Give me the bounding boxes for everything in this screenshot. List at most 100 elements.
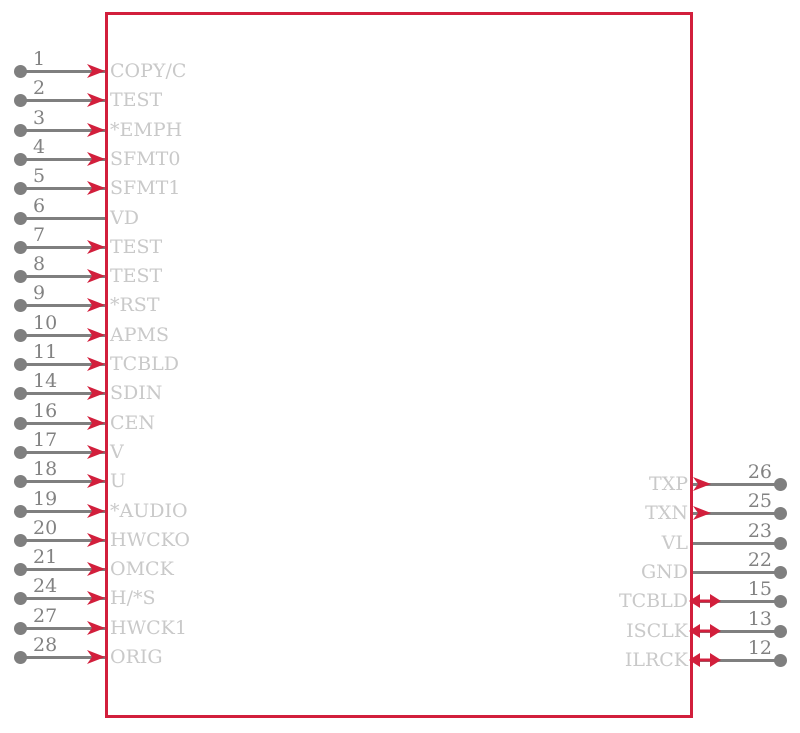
pin-terminal-dot[interactable] (14, 563, 27, 576)
pin-name-label: TCBLD (110, 353, 180, 375)
pin-number: 4 (33, 136, 46, 158)
pin-name-label: SFMT1 (110, 177, 181, 199)
pin-number: 20 (33, 517, 58, 539)
pin-number: 7 (33, 224, 46, 246)
pin-name-label: TXP (649, 473, 688, 495)
pin-name-label: *AUDIO (110, 500, 188, 522)
pin-number: 22 (747, 549, 772, 571)
pin-terminal-dot[interactable] (14, 358, 27, 371)
pin-input-arrow-icon (86, 620, 106, 636)
pin-number: 13 (747, 608, 772, 630)
pin-terminal-dot[interactable] (14, 622, 27, 635)
pin-input-arrow-icon (86, 561, 106, 577)
pin-number: 28 (33, 634, 58, 656)
pin-number: 12 (747, 637, 772, 659)
pin-terminal-dot[interactable] (774, 566, 787, 579)
pin-name-label: H/*S (110, 587, 156, 609)
pin-name-label: *EMPH (110, 119, 183, 141)
pin-name-label: OMCK (110, 558, 174, 580)
pin-number: 3 (33, 107, 46, 129)
pin-name-label: TEST (110, 89, 163, 111)
pin-input-arrow-icon (86, 415, 106, 431)
pin-input-arrow-icon (692, 476, 712, 492)
pin-wire (20, 217, 105, 220)
pin-terminal-dot[interactable] (14, 94, 27, 107)
pin-terminal-dot[interactable] (14, 417, 27, 430)
pin-terminal-dot[interactable] (14, 212, 27, 225)
pin-name-label: SFMT0 (110, 148, 181, 170)
pin-name-label: ISCLK (626, 620, 688, 642)
pin-name-label: TXN (645, 502, 688, 524)
pin-input-arrow-icon (86, 385, 106, 401)
pin-number: 19 (33, 488, 58, 510)
pin-number: 14 (33, 370, 58, 392)
pin-name-label: HWCKO (110, 529, 190, 551)
pin-name-label: HWCK1 (110, 617, 187, 639)
pin-terminal-dot[interactable] (14, 505, 27, 518)
pin-number: 10 (33, 312, 58, 334)
pin-bidirectional-arrow-icon (688, 652, 722, 668)
pin-terminal-dot[interactable] (14, 475, 27, 488)
pin-name-label: TCBLD (618, 590, 688, 612)
pin-terminal-dot[interactable] (14, 387, 27, 400)
pin-terminal-dot[interactable] (774, 537, 787, 550)
pin-name-label: APMS (110, 324, 169, 346)
pin-number: 23 (747, 520, 772, 542)
pin-input-arrow-icon (86, 327, 106, 343)
pin-terminal-dot[interactable] (774, 654, 787, 667)
pin-name-label: GND (640, 561, 688, 583)
pin-number: 17 (33, 429, 58, 451)
pin-terminal-dot[interactable] (774, 625, 787, 638)
pin-name-label: V (110, 441, 124, 463)
pin-terminal-dot[interactable] (14, 241, 27, 254)
pin-input-arrow-icon (86, 297, 106, 313)
pin-input-arrow-icon (86, 122, 106, 138)
pin-terminal-dot[interactable] (14, 592, 27, 605)
pin-terminal-dot[interactable] (14, 153, 27, 166)
pin-terminal-dot[interactable] (14, 651, 27, 664)
pin-name-label: COPY/C (110, 60, 187, 82)
pin-input-arrow-icon (86, 532, 106, 548)
pin-wire (693, 571, 780, 574)
pin-input-arrow-icon (86, 92, 106, 108)
pin-number: 21 (33, 546, 58, 568)
pin-terminal-dot[interactable] (774, 595, 787, 608)
pin-name-label: ILRCK (624, 649, 688, 671)
pin-terminal-dot[interactable] (774, 507, 787, 520)
pin-number: 24 (33, 575, 58, 597)
pin-terminal-dot[interactable] (14, 446, 27, 459)
pin-input-arrow-icon (86, 268, 106, 284)
pin-input-arrow-icon (86, 239, 106, 255)
pin-terminal-dot[interactable] (14, 182, 27, 195)
pin-input-arrow-icon (86, 444, 106, 460)
pin-name-label: U (110, 470, 127, 492)
schematic-symbol-canvas: 1 COPY/C 2 TEST 3 *EMPH 4 SFMT0 5 SFMT1 6 VD 7 TEST 8 T… (0, 0, 800, 733)
pin-name-label: SDIN (110, 382, 163, 404)
pin-input-arrow-icon (86, 356, 106, 372)
pin-terminal-dot[interactable] (14, 299, 27, 312)
pin-terminal-dot[interactable] (14, 534, 27, 547)
pin-terminal-dot[interactable] (14, 270, 27, 283)
pin-wire (693, 542, 780, 545)
pin-number: 18 (33, 458, 58, 480)
pin-terminal-dot[interactable] (774, 478, 787, 491)
pin-terminal-dot[interactable] (14, 65, 27, 78)
pin-number: 16 (33, 400, 58, 422)
pin-input-arrow-icon (86, 649, 106, 665)
pin-name-label: VL (661, 532, 688, 554)
pin-name-label: VD (110, 207, 139, 229)
pin-number: 15 (747, 578, 772, 600)
pin-terminal-dot[interactable] (14, 329, 27, 342)
pin-terminal-dot[interactable] (14, 124, 27, 137)
pin-number: 1 (33, 48, 46, 70)
pin-number: 11 (33, 341, 58, 363)
pin-name-label: TEST (110, 265, 163, 287)
pin-input-arrow-icon (86, 180, 106, 196)
pin-input-arrow-icon (86, 63, 106, 79)
pin-number: 25 (747, 490, 772, 512)
pin-number: 8 (33, 253, 46, 275)
pin-input-arrow-icon (86, 473, 106, 489)
pin-name-label: CEN (110, 412, 156, 434)
pin-number: 26 (747, 461, 772, 483)
pin-name-label: TEST (110, 236, 163, 258)
